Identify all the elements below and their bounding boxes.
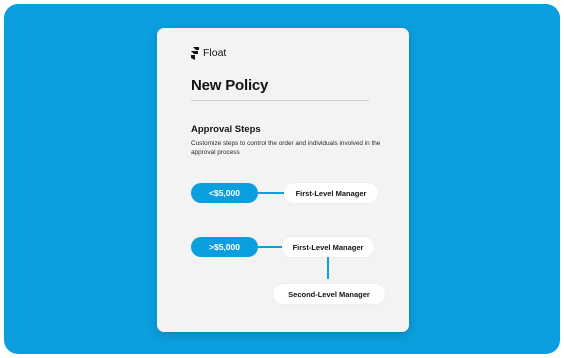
connector-line-vertical [327, 257, 329, 279]
new-policy-card: Float New Policy Approval Steps Customiz… [157, 28, 409, 332]
title-divider [191, 100, 369, 101]
brand: Float [191, 46, 226, 60]
approver-second-level-manager[interactable]: Second-Level Manager [273, 284, 385, 304]
threshold-under-5000-button[interactable]: <$5,000 [191, 183, 258, 203]
approval-steps-heading: Approval Steps [191, 124, 261, 135]
approver-first-level-manager[interactable]: First-Level Manager [284, 183, 378, 203]
approval-steps-description: Customize steps to control the order and… [191, 140, 381, 156]
page-title: New Policy [191, 77, 269, 94]
threshold-over-5000-button[interactable]: >$5,000 [191, 237, 258, 257]
connector-line [258, 192, 286, 194]
connector-line [258, 246, 284, 248]
brand-name: Float [203, 47, 227, 59]
float-logo-icon [191, 46, 199, 60]
approver-first-level-manager[interactable]: First-Level Manager [282, 237, 374, 257]
